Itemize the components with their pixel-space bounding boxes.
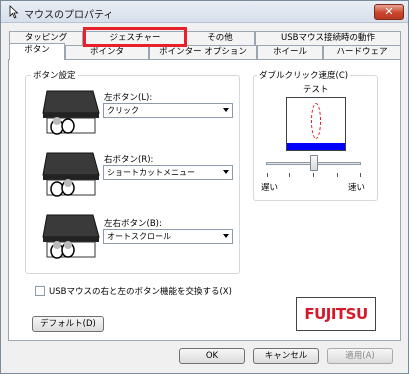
slider-tick (289, 173, 290, 177)
ok-button[interactable]: OK (179, 348, 245, 364)
mouse-both-click-icon (42, 214, 100, 259)
both-buttons-select[interactable]: オートスクロール (103, 229, 233, 244)
tab-other[interactable]: その他 (185, 31, 255, 45)
title-bar: マウスのプロパティ ✕ (1, 1, 408, 23)
window-title: マウスのプロパティ (24, 10, 114, 21)
fast-label: 速い (348, 183, 366, 193)
cancel-button[interactable]: キャンセル (253, 348, 319, 364)
mouse-left-click-icon (42, 90, 100, 135)
button-settings-label: ボタン設定 (31, 69, 78, 81)
chevron-down-icon (223, 234, 229, 238)
test-target-oval (311, 103, 321, 139)
test-label: テスト (303, 85, 329, 95)
slow-label: 遅い (261, 183, 279, 193)
apply-button[interactable]: 適用(A) (327, 348, 393, 364)
slider-tick (267, 173, 268, 177)
default-button[interactable]: デフォルト(D) (32, 316, 104, 332)
double-click-speed-label: ダブルクリック速度(C) (257, 69, 351, 81)
left-button-label: 左ボタン(L): (104, 93, 153, 103)
right-button-label: 右ボタン(R): (104, 155, 154, 165)
close-button[interactable]: ✕ (374, 4, 404, 20)
both-buttons-label: 左右ボタン(B): (104, 219, 162, 229)
mouse-icon (9, 5, 19, 19)
chevron-down-icon (223, 108, 229, 112)
tab-hardware[interactable]: ハードウェア (323, 45, 401, 59)
left-button-select[interactable]: クリック (103, 103, 233, 118)
swap-buttons-checkbox[interactable] (35, 286, 45, 296)
tab-buttons[interactable]: ボタン (9, 43, 65, 60)
test-indicator-bar (287, 143, 345, 150)
left-button-value: クリック (107, 106, 139, 115)
right-button-select[interactable]: ショートカットメニュー (103, 165, 233, 180)
slider-tick (337, 173, 338, 177)
mouse-properties-dialog: マウスのプロパティ ✕ タッピング ジェスチャー その他 USBマウス接続時の動… (0, 0, 409, 374)
tab-pointer-options[interactable]: ポインター オプション (149, 45, 257, 59)
both-buttons-value: オートスクロール (107, 232, 171, 241)
tab-gesture[interactable]: ジェスチャー (85, 31, 185, 45)
right-button-value: ショートカットメニュー (107, 168, 195, 177)
slider-tick (313, 173, 314, 177)
tab-usb-mouse[interactable]: USBマウス接続時の動作 (255, 31, 401, 45)
slider-tick (360, 173, 361, 177)
mouse-right-click-icon (42, 152, 100, 197)
slider-thumb[interactable] (310, 155, 318, 171)
chevron-down-icon (223, 170, 229, 174)
tab-wheel[interactable]: ホイール (257, 45, 323, 59)
fujitsu-logo: FUJITSU (296, 297, 376, 331)
tab-pointer[interactable]: ポインタ (65, 45, 149, 59)
swap-buttons-label: USBマウスの右と左のボタン機能を交換する(X) (49, 287, 232, 297)
double-click-test-area[interactable] (286, 97, 346, 151)
